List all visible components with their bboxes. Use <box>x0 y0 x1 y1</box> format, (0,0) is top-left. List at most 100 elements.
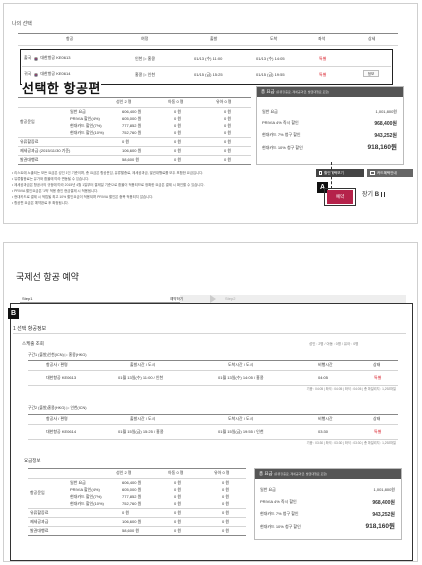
adult-fare: 606,400 원 <box>122 109 142 114</box>
leg-header: 상태 <box>373 362 381 367</box>
child-fare: 0 원 <box>174 501 182 506</box>
marker-b: B <box>8 308 19 319</box>
section-title: 1 선택 항공정보 <box>13 326 47 332</box>
header-depart: 출발 <box>210 36 218 41</box>
flight-row[interactable]: 출국 대한항공 KE0613 <box>24 55 70 62</box>
infant-fare: 0 원 <box>224 148 232 153</box>
airline-name: 대한항공 KE0614 <box>40 71 71 77</box>
total-value: 968,400원 <box>372 500 395 506</box>
adult-fare: 606,400 원 <box>122 480 142 485</box>
reserve-button[interactable]: 예약 <box>327 190 353 204</box>
adult-fare: 752,760 원 <box>122 501 142 506</box>
child-fare: 0 원 <box>174 148 182 153</box>
leg-header: 항공사 / 편명 <box>46 416 68 421</box>
detail-button[interactable]: 정보 <box>363 70 379 77</box>
leg-header: 비행시간 <box>318 362 333 367</box>
header-adult: 성인 2 명 <box>116 99 132 104</box>
group-label: 항공운임 <box>30 490 45 495</box>
note-text: • 항공편 요금은 예약완료 후 확정됩니다. <box>12 201 69 205</box>
selected-flight-label: 선택한 항공편 <box>22 81 101 96</box>
panel-title: 나의 선택 <box>12 21 32 27</box>
infant-fare: 0 원 <box>222 501 230 506</box>
total-fare-title: 총 요금 <box>261 89 275 94</box>
infant-fare: 0 원 <box>224 157 232 162</box>
total-label: PRIVIA 4% 즉시 할인 <box>262 120 299 125</box>
note-text: • PRIVIA 할인요금은 '1박' 적용 중인 현금결제 시 적용됩니다. <box>12 189 99 193</box>
header-infant: 유아 0 명 <box>216 99 232 104</box>
adult-fare: 58,600 원 <box>122 157 140 162</box>
fare-table: 성인 2 명 아동 0 명 유아 0 명 항공운임 일반 요금 606,400 … <box>28 468 246 536</box>
adult-fare: 752,760 원 <box>122 130 142 135</box>
connector-line <box>331 162 332 189</box>
fare-title: 요금정보 <box>24 458 41 463</box>
child-fare: 0 원 <box>174 528 182 533</box>
fare-label: 현대카드 할인(7%) <box>70 123 102 128</box>
total-label: 일반 요금 <box>262 109 278 114</box>
group-label: 발권대행료 <box>20 157 39 162</box>
adult-fare: 106,600 원 <box>122 148 142 153</box>
leg-table: 항공사 / 편명 출발시간 / 도시 도착시간 / 도시 비행시간 상태 대한항… <box>28 360 398 406</box>
step-1-label: Step1 <box>22 296 33 301</box>
arrive-time: 01/13 (수) 14:05 <box>256 56 285 61</box>
infant-fare: 0 원 <box>224 139 232 144</box>
adult-fare: 58,600 원 <box>122 528 140 533</box>
total-label: 현대카드 7% 청구 할인 <box>260 511 299 516</box>
leg-status: 특별 <box>374 429 382 434</box>
infant-fare: 0 원 <box>222 528 230 533</box>
group-label: 제세공과금 <box>30 519 49 524</box>
leg-depart: 01월 15일(금) 15:25 / 홍콩 <box>118 429 164 434</box>
total-label: 현대카드 10% 청구 할인 <box>260 524 301 529</box>
child-fare: 0 원 <box>174 109 182 114</box>
my-selection-panel: 나의 선택 항공 여정 출발 도착 좌석 상세 출국 대한항공 KE0613 인… <box>3 3 418 224</box>
card-icon <box>370 171 375 175</box>
adult-fare: 0 원 <box>122 139 130 144</box>
step-arrow-icon <box>210 295 216 303</box>
header-child: 아동 0 명 <box>168 470 184 475</box>
total-value: 1,001,800원 <box>375 109 397 114</box>
leg-footnote: 기종 : 03:30 | 좌석 : 03:30 | 좌석 : 03:30 | 총… <box>306 441 396 445</box>
korea-flag-icon <box>34 72 39 77</box>
infant-fare: 0 원 <box>222 487 230 492</box>
infant-fare: 0 원 <box>224 116 232 121</box>
adult-fare: 0 원 <box>122 510 130 515</box>
note-text: • 제세공과금은 항공사의 규정에 따라 2015년 4월 1일부터 결제일 기… <box>12 183 205 187</box>
infant-fare: 0 원 <box>224 130 232 135</box>
cart-button[interactable]: 장기 B <box>362 192 385 199</box>
child-fare: 0 원 <box>174 480 182 485</box>
adult-fare: 106,600 원 <box>122 519 142 524</box>
leg-status: 특별 <box>374 375 382 380</box>
schedule-meta: 성인 : 2명 / 아동 : 0명 / 유아 : 0명 <box>309 342 359 346</box>
leg-depart: 01월 13일(수) 11:00 / 인천 <box>118 375 164 380</box>
leg-duration: 03:30 <box>318 429 329 434</box>
flight-row[interactable]: 귀국 대한항공 KE0614 <box>24 71 70 78</box>
infant-fare: 0 원 <box>222 519 230 524</box>
header-airline: 항공 <box>66 36 74 41</box>
total-fare-header: 총 요금 (유류할증료, 제세공과금, 발권대행료 포함) <box>255 469 401 479</box>
total-value: 918,160원 <box>367 144 397 151</box>
step-1 <box>20 295 180 303</box>
leg-title: 구간1 (출발)인천(ICN) ▷ 홍콩(HKG) <box>28 353 87 357</box>
leg-header: 비행시간 <box>318 416 333 421</box>
card-benefit-button[interactable]: 카드혜택안내 <box>367 169 413 177</box>
fare-table: 성인 2 명 아동 0 명 유아 0 명 항공운임 일반 요금 606,400 … <box>18 97 251 165</box>
adult-fare: 605,000 원 <box>122 487 142 492</box>
depart-time: 01/13 (수) 11:00 <box>194 56 223 61</box>
direction-label: 귀국 <box>24 71 32 77</box>
fare-label: 현대카드 할인(10%) <box>70 130 104 135</box>
infant-fare: 0 원 <box>222 494 230 499</box>
note-text: • 리스트에 노출되는 모든 요금은 성인 1인 기준이며, 총 요금은 항공운… <box>12 171 204 175</box>
child-fare: 0 원 <box>174 123 182 128</box>
total-label: 현대카드 7% 청구 할인 <box>262 132 301 137</box>
cart-badge: B <box>374 192 380 198</box>
total-value: 943,252원 <box>374 133 397 139</box>
child-fare: 0 원 <box>174 116 182 121</box>
discount-benefit-button[interactable]: 할인혜택보기 <box>316 169 364 177</box>
card-benefit-label: 카드혜택안내 <box>377 171 397 175</box>
child-fare: 0 원 <box>174 487 182 492</box>
adult-fare: 605,000 원 <box>122 116 142 121</box>
total-value: 1,001,800원 <box>373 487 395 492</box>
route: 홍콩 ▷ 인천 <box>135 72 156 77</box>
header-child: 아동 0 명 <box>168 99 184 104</box>
leg-header: 도착시간 / 도시 <box>228 416 254 421</box>
leg-title: 구간2 (출발)홍콩(HKG) ▷ 인천(ICN) <box>28 406 87 410</box>
